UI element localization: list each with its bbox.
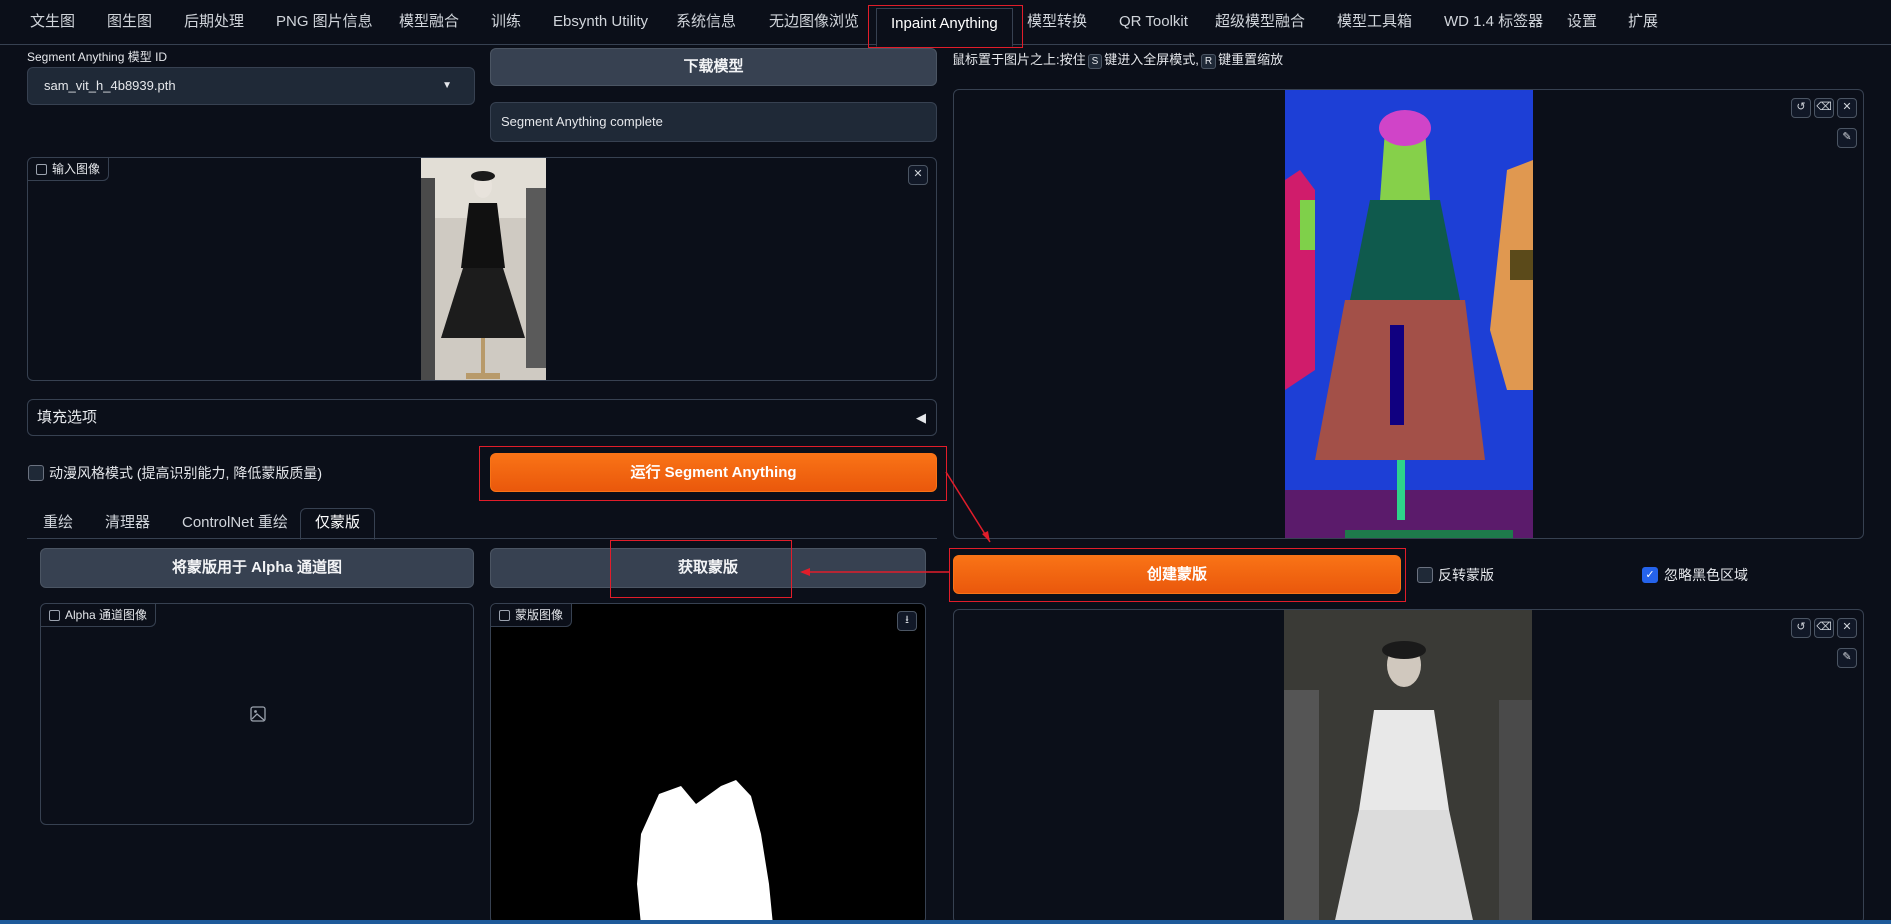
get-mask-button[interactable]: 获取蒙版 [490,548,926,588]
fill-options-label: 填充选项 [37,409,98,426]
tab-model-convert[interactable]: 模型转换 [1021,8,1093,36]
segmentation-image-panel[interactable]: ↺ ⌫ ✕ ✎ [953,89,1864,539]
tab-system-info[interactable]: 系统信息 [670,8,742,36]
alpha-channel-button[interactable]: 将蒙版用于 Alpha 通道图 [40,548,474,588]
brush-icon[interactable]: ✎ [1837,648,1857,668]
input-image-thumbnail [421,158,546,380]
close-icon[interactable]: ✕ [1837,618,1857,638]
subtab-mask-only[interactable]: 仅蒙版 [300,508,376,540]
tab-model-toolkit[interactable]: 模型工具箱 [1331,8,1418,36]
ignore-black-label: 忽略黑色区域 [1664,567,1748,583]
alpha-image-panel[interactable]: Alpha 通道图像 [40,603,474,825]
tab-wd14-tagger[interactable]: WD 1.4 标签器 [1438,8,1549,36]
tab-qr-toolkit[interactable]: QR Toolkit [1113,8,1194,36]
model-id-dropdown[interactable]: sam_vit_h_4b8939.pth ▼ [27,67,475,105]
model-id-value: sam_vit_h_4b8939.pth [44,78,176,93]
tab-img2img[interactable]: 图生图 [101,8,158,36]
image-icon [49,610,60,621]
close-icon[interactable]: ✕ [908,165,928,185]
download-icon[interactable]: ⭳ [897,611,917,631]
input-image-panel[interactable]: 输入图像 ✕ [27,157,937,381]
tab-inpaint-anything[interactable]: Inpaint Anything [876,8,1013,47]
tab-extensions[interactable]: 扩展 [1622,8,1664,36]
tab-png-info[interactable]: PNG 图片信息 [270,8,379,36]
invert-mask-label: 反转蒙版 [1438,567,1494,583]
status-textbox: Segment Anything complete [490,102,937,142]
alpha-image-label: Alpha 通道图像 [41,604,157,627]
run-segment-anything-button[interactable]: 运行 Segment Anything [490,453,937,492]
chevron-down-icon: ▼ [442,80,452,91]
ignore-black-checkbox[interactable]: ✓ [1642,567,1658,583]
image-icon [36,164,47,175]
fullscreen-hint: 鼠标置于图片之上:按住 S 键进入全屏模式, R 键重置缩放 [952,52,1284,69]
subtab-divider [27,538,937,539]
tab-ebsynth[interactable]: Ebsynth Utility [547,8,654,36]
top-nav: 文生图 图生图 后期处理 PNG 图片信息 模型融合 训练 Ebsynth Ut… [0,0,1891,47]
key-r: R [1200,54,1217,69]
collapse-arrow-icon: ◀ [916,410,926,425]
tab-super-merger[interactable]: 超级模型融合 [1209,8,1311,36]
eraser-icon[interactable]: ⌫ [1814,618,1834,638]
brush-icon[interactable]: ✎ [1837,128,1857,148]
segmentation-map [1285,90,1533,538]
image-placeholder-icon [250,706,266,722]
tab-checkpoint-merger[interactable]: 模型融合 [393,8,465,36]
subtab-controlnet-inpaint[interactable]: ControlNet 重绘 [174,508,296,538]
undo-icon[interactable]: ↺ [1791,618,1811,638]
undo-icon[interactable]: ↺ [1791,98,1811,118]
anime-style-checkbox[interactable] [28,465,44,481]
fill-options-accordion[interactable]: 填充选项 ◀ [27,399,937,436]
input-image-label: 输入图像 [28,158,110,181]
download-model-button[interactable]: 下载模型 [490,48,937,86]
key-s: S [1087,54,1103,69]
tab-image-browser[interactable]: 无边图像浏览 [763,8,865,36]
tab-txt2img[interactable]: 文生图 [24,8,81,36]
create-mask-button[interactable]: 创建蒙版 [953,555,1401,594]
subtab-cleaner[interactable]: 清理器 [97,508,158,538]
tab-settings[interactable]: 设置 [1561,8,1603,36]
invert-mask-checkbox[interactable] [1417,567,1433,583]
tab-train[interactable]: 训练 [485,8,527,36]
close-icon[interactable]: ✕ [1837,98,1857,118]
bottom-border [0,920,1891,924]
tab-extras[interactable]: 后期处理 [178,8,250,36]
mask-image-panel[interactable]: 蒙版图像 ⭳ [490,603,926,924]
eraser-icon[interactable]: ⌫ [1814,98,1834,118]
subtab-inpaint[interactable]: 重绘 [35,508,81,538]
masked-image-panel[interactable]: ↺ ⌫ ✕ ✎ [953,609,1864,924]
image-icon [499,610,510,621]
masked-photo [1284,610,1532,923]
anime-style-label: 动漫风格模式 (提高识别能力, 降低蒙版质量) [49,465,322,481]
mask-shape [637,780,773,923]
model-id-label: Segment Anything 模型 ID [27,50,168,64]
mask-image-label: 蒙版图像 [491,604,573,627]
